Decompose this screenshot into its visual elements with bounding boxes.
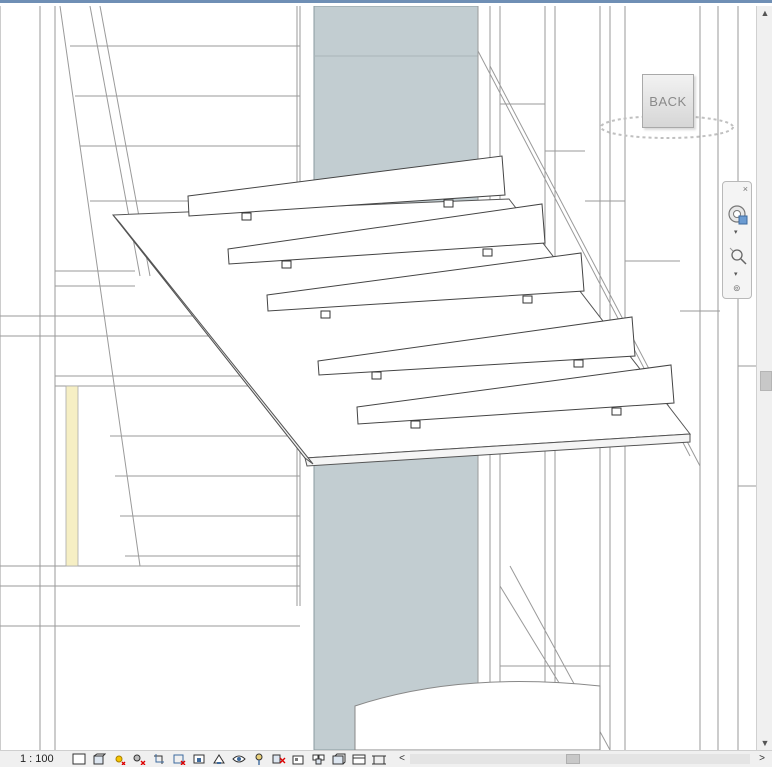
scroll-right-arrow[interactable]: > (756, 751, 768, 767)
close-icon[interactable]: × (743, 184, 748, 194)
scroll-down-arrow[interactable]: ▼ (757, 736, 772, 750)
scroll-up-arrow[interactable]: ▲ (757, 6, 772, 20)
chevron-down-icon[interactable]: ▾ (734, 228, 738, 236)
vertical-scrollbar[interactable]: ▲ ▼ (756, 6, 772, 750)
zoom-icon[interactable] (728, 246, 748, 271)
view-window: BACK × ▾ ▾ ⊚ ▲ ▼ 1 : 100 < > (0, 0, 772, 767)
horizontal-scroll-track[interactable] (410, 754, 750, 764)
viewcube-face-back[interactable]: BACK (642, 74, 694, 128)
vertical-scroll-thumb[interactable] (760, 371, 772, 391)
3d-viewport[interactable]: BACK × ▾ ▾ ⊚ (0, 6, 756, 750)
viewcube[interactable]: BACK (600, 66, 740, 146)
scroll-left-arrow[interactable]: < (396, 751, 408, 767)
horizontal-scroll-thumb[interactable] (566, 754, 580, 764)
view-scale[interactable]: 1 : 100 (0, 753, 70, 765)
grip-icon[interactable]: ⊚ (733, 283, 741, 294)
highlighted-member (65, 385, 79, 567)
view-control-bar: 1 : 100 < > (0, 750, 772, 767)
horizontal-scrollbar[interactable]: < > (396, 751, 772, 767)
steering-wheel-icon[interactable] (727, 204, 749, 231)
navigation-bar: × ▾ ▾ ⊚ (722, 181, 752, 299)
chevron-down-icon[interactable]: ▾ (734, 270, 738, 278)
